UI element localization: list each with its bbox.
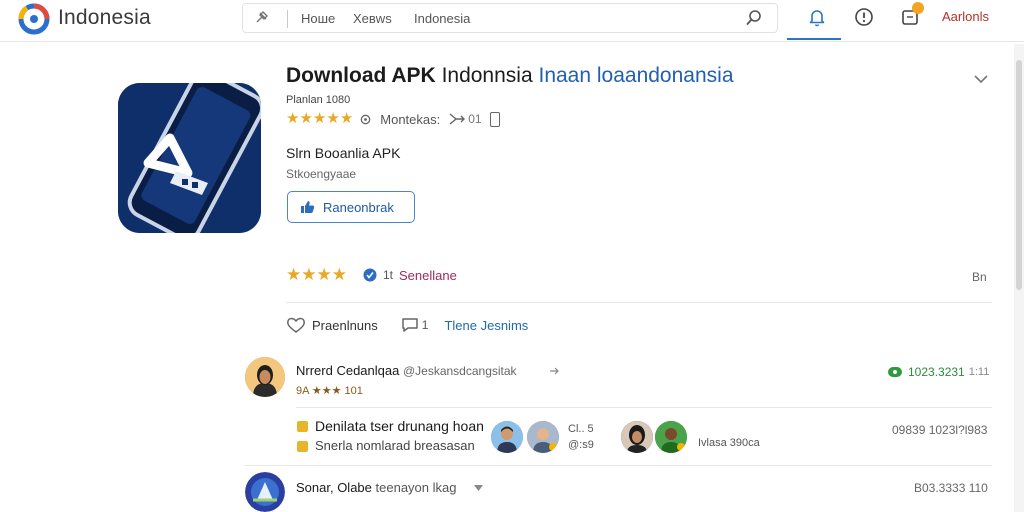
search-divider: [287, 10, 288, 28]
caret-down-icon[interactable]: [474, 485, 483, 491]
user-avatar-icon: [655, 421, 687, 453]
star-icon: ★: [286, 265, 302, 284]
notification-badge: [912, 2, 924, 14]
search-icon[interactable]: [745, 9, 763, 27]
heart-icon[interactable]: [286, 316, 306, 334]
section-divider: [245, 465, 992, 466]
thumbs-up-icon: [301, 201, 315, 213]
pin-icon[interactable]: [253, 10, 269, 26]
device-icon: [489, 111, 500, 127]
avatar[interactable]: [491, 421, 523, 453]
star-icon: ★: [326, 110, 340, 127]
scrollbar-thumb[interactable]: [1016, 60, 1022, 290]
list-item-right-meta: B03.3333 110: [914, 481, 988, 495]
app-subtitle: Slrn Booanlia APK: [286, 145, 401, 161]
list-item-detail: teenayon lkag: [375, 480, 457, 495]
app-title-regular: Indonnsia: [441, 64, 533, 87]
app-icon: [118, 83, 261, 233]
section-divider: [286, 302, 992, 303]
chevron-down-icon[interactable]: [972, 72, 990, 86]
sub-section-right-meta: 09839 1023l?l983: [892, 423, 988, 437]
rating-count: 1t: [383, 268, 394, 282]
brand-name[interactable]: Indonesia: [58, 6, 151, 30]
nav-link-home[interactable]: Hoше: [301, 11, 335, 26]
star-icon: ★: [316, 265, 332, 284]
avatar[interactable]: [245, 357, 285, 397]
list-item[interactable]: Sonar, Olabe teenayon lkag: [296, 480, 456, 495]
app-title: Download APK Indonnsia Inaan loaandonans…: [286, 64, 734, 88]
user-avatar-icon: [245, 357, 285, 397]
app-title-link[interactable]: Inaan loaandonansia: [538, 64, 733, 87]
meta-count-1: Cl.. 5: [568, 423, 594, 435]
view-comments-link[interactable]: Tlene Jesnims: [444, 318, 528, 333]
account-link[interactable]: Aarlonls: [942, 9, 989, 24]
star-icon: ★: [301, 265, 317, 284]
list-item-name: Sonar, Olabe: [296, 480, 372, 495]
app-title-bold: Download APK: [286, 64, 436, 87]
star-icon: ★: [339, 110, 354, 127]
settings-icon[interactable]: [359, 113, 372, 126]
verified-icon: [363, 268, 377, 282]
sub-section-subtitle: Snerla nomlarad breasasan: [315, 438, 475, 453]
comment-badge-extra: 1:11: [968, 366, 990, 378]
recommend-button[interactable]: Raneonbrak: [287, 191, 415, 223]
comment-count: 1: [421, 318, 429, 332]
arrow-right-icon[interactable]: [550, 367, 560, 375]
share-icon[interactable]: [448, 112, 466, 126]
brand-logo-icon[interactable]: [18, 3, 50, 35]
rating-summary: ★ ★ ★ ★ 1t Senellane: [286, 266, 457, 284]
app-meta: Planlan 1080: [286, 94, 351, 106]
info-icon[interactable]: [853, 6, 875, 28]
avatar[interactable]: [245, 472, 285, 512]
star-icon: ★: [286, 110, 300, 127]
top-navigation-bar: Indonesia Hoше Xевws Indonesia Aarlonls: [0, 0, 1024, 42]
rating-right-value: Bn: [972, 270, 987, 284]
phone-illustration-icon: [118, 83, 261, 233]
action-row: Praenlnuns 1 Tlene Jesnims: [286, 316, 528, 334]
recommend-label: Raneonbrak: [323, 199, 394, 215]
user-avatar-icon: [527, 421, 559, 453]
star-icon: ★: [331, 265, 347, 284]
search-bar[interactable]: Hoше Xевws Indonesia: [242, 3, 778, 33]
comment-author: Nrrerd Cedanlqaa @Jeskansdcangsitak: [296, 363, 517, 378]
share-count: 01: [468, 112, 482, 126]
comment-badge: 1023.3231 1:11: [888, 365, 989, 379]
avatar[interactable]: [527, 421, 559, 453]
comment-author-name[interactable]: Nrrerd Cedanlqaa: [296, 363, 399, 378]
avatar[interactable]: [655, 421, 687, 453]
meta-count-2: @:s9: [568, 439, 594, 451]
user-avatar-icon: [491, 421, 523, 453]
star-icon: ★: [312, 110, 327, 127]
comment-handle[interactable]: @Jeskansdcangsitak: [403, 364, 517, 378]
star-icon: ★: [299, 110, 313, 127]
comment-rating: 9A ★★★ 101: [296, 385, 363, 397]
nav-link-indonesia[interactable]: Indonesia: [414, 11, 470, 26]
meta-views: Ivlasa 390ca: [698, 437, 760, 449]
app-subtitle-secondary: Stkoengyaae: [286, 167, 357, 181]
comment-badge-value: 1023.3231: [908, 365, 965, 379]
status-dot-icon: [888, 367, 902, 377]
like-label[interactable]: Praenlnuns: [312, 318, 378, 333]
active-tab-indicator: [787, 38, 841, 40]
comment-icon[interactable]: [400, 316, 420, 334]
rating-label: Montekas:: [380, 111, 441, 127]
tag-icon: [297, 441, 308, 452]
app-rating-row: ★ ★ ★ ★ ★ Montekas: 01: [286, 110, 500, 128]
sub-section-title[interactable]: Denilata tser drunang hoan: [315, 418, 484, 434]
tag-icon: [297, 421, 308, 432]
nav-link-news[interactable]: Xевws: [353, 11, 392, 26]
bell-icon[interactable]: [806, 6, 828, 28]
ratings-link[interactable]: Senellane: [399, 268, 457, 283]
user-avatar-icon: [621, 421, 653, 453]
channel-logo-icon: [245, 472, 285, 512]
section-divider: [296, 407, 992, 408]
avatar[interactable]: [621, 421, 653, 453]
